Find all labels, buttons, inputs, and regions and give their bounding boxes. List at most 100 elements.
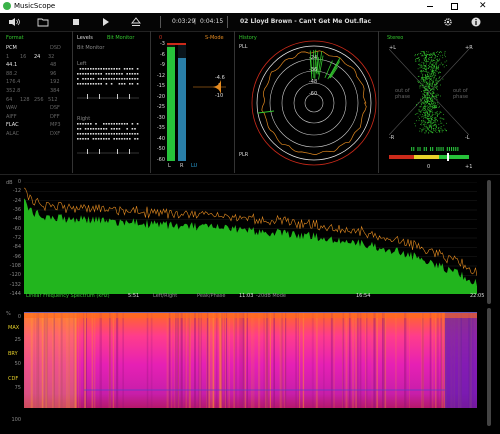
stereo-point [436,71,438,72]
stereo-point [422,93,424,95]
stereo-point [436,88,438,89]
bit-cell [82,133,84,135]
stereo-point [418,64,419,65]
stereo-point [431,75,433,77]
stereo-point [419,59,420,60]
format-option: 128 [20,96,30,103]
stereo-point [432,96,434,98]
meter-channel-label: LU [191,163,198,169]
bit-cell [136,73,139,75]
stereo-point [417,68,419,70]
balance-tick [413,147,415,151]
stereo-point [436,52,437,53]
stereo-point [432,131,434,133]
stereo-point [424,126,426,127]
spectrum-scrollbar[interactable] [487,180,491,304]
stereo-point [427,107,428,109]
stereo-point [422,127,424,129]
stereo-point [424,100,425,101]
spectrum-y-tick: -48 [12,216,21,223]
toolbar-divider-2 [227,16,228,28]
stereo-point [427,82,428,84]
stereo-point [423,106,425,107]
stereo-point [437,60,439,61]
stereo-point [427,86,429,87]
bit-cell [82,73,84,75]
stereo-point [428,121,430,123]
stereo-point [424,112,425,114]
stereo-point [423,60,425,62]
stereo-point [425,75,426,77]
eject-button[interactable] [130,17,142,27]
stereo-point [432,70,433,71]
stereo-point [436,87,438,89]
stereo-point [446,122,447,124]
stereo-point [434,104,436,106]
spectrogram-stripe [109,312,111,408]
format-option: 96 [50,70,57,77]
stereo-title[interactable]: Stereo [387,35,403,41]
stereo-point [420,79,422,81]
bit-cell [79,138,82,140]
stereo-point [436,115,438,116]
meters-mode-label[interactable]: S-Mode [205,35,224,41]
stereo-point [416,104,417,105]
stereo-point [430,125,432,127]
stereo-point [422,82,424,84]
bit-cell [92,83,95,85]
bit-cell [108,78,110,80]
volume-button[interactable] [8,17,20,27]
spectrogram-scrollbar[interactable] [487,308,491,426]
stereo-point [439,77,440,78]
bit-cell [108,73,110,75]
spectrogram-stripe [253,312,255,408]
format-panel: Format PCM DSD 1 16 24 32 44.1 48 88.2 96 176.4 192… [4,31,68,173]
stereo-point [428,87,430,88]
stereo-point [436,84,437,86]
stereo-point [435,118,436,120]
stereo-point [432,93,433,95]
maximize-button[interactable] [443,0,465,13]
stereo-point [430,116,432,118]
stereo-point [435,80,437,82]
levels-subtitle[interactable]: Bit Monitor [107,35,134,41]
stereo-point [429,65,430,67]
play-button[interactable] [100,17,112,27]
bit-cell [95,138,97,140]
stereo-point [425,83,427,85]
minimize-button[interactable] [419,0,441,13]
stereo-point [428,77,430,79]
stereo-point [420,65,422,66]
bit-cell [131,68,134,70]
stereo-point [434,60,436,61]
stereo-point [442,118,444,120]
stereo-point [430,99,432,101]
close-button[interactable]: ✕ [470,0,496,13]
bit-cell [134,73,136,75]
stereo-point [431,121,432,123]
settings-button[interactable] [442,17,454,27]
open-folder-button[interactable] [37,17,49,27]
bit-cell [108,133,110,135]
bit-cell [79,83,82,85]
stereo-point [434,103,436,104]
bit-cell [121,83,123,85]
stereo-point [427,88,428,90]
stereo-point [422,97,424,99]
stereo-point [421,100,422,102]
info-button[interactable] [470,17,482,27]
bit-cell [90,133,92,135]
bit-cell [105,123,108,125]
stereo-point [426,51,427,53]
bit-cell [84,78,87,80]
stop-button[interactable] [70,17,82,27]
spectrogram-stripe [211,312,213,408]
spectrogram-stripe [323,312,325,408]
spectrum-y-tick: -120 [9,272,21,279]
time-separator: | [194,18,197,25]
stereo-point [442,130,444,131]
stereo-point [423,51,425,52]
format-option: DSF [50,105,60,112]
stereo-point [440,122,442,124]
stereo-point [427,116,428,117]
